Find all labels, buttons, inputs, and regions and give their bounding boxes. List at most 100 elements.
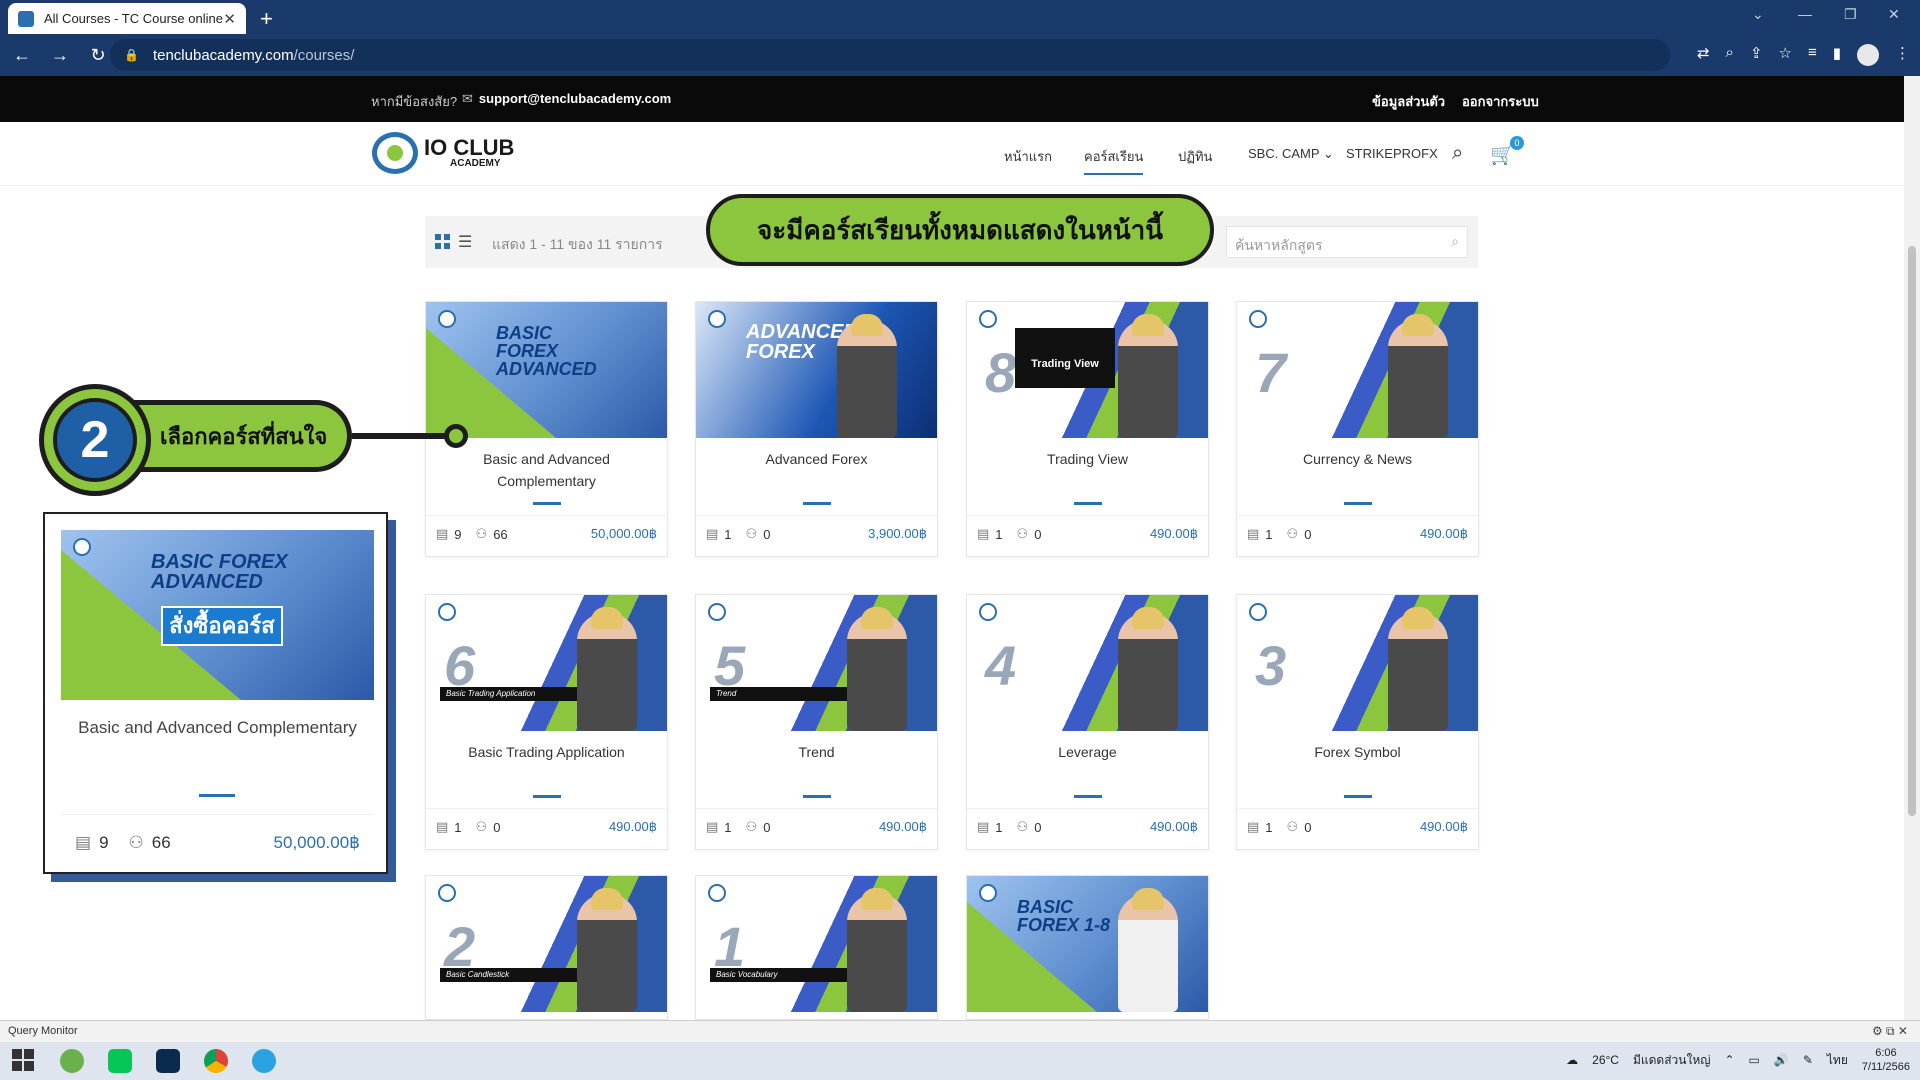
menu-icon[interactable]: ⋮ (1895, 44, 1910, 66)
scrollbar-thumb[interactable] (1908, 246, 1916, 816)
chevron-down-icon: ⌄ (1322, 146, 1334, 161)
profile-link[interactable]: ข้อมูลส่วนตัว (1372, 91, 1445, 112)
course-card[interactable]: 4 Leverage ▤ 1 ⚇ 0 490.00฿ (966, 594, 1209, 850)
nav-strikeprofx[interactable]: STRIKEPROFX (1346, 146, 1438, 161)
side-panel-icon[interactable]: ▮ (1833, 44, 1841, 66)
lesson-icon: ▤ (706, 819, 719, 834)
bookmark-star-icon[interactable]: ☆ (1779, 44, 1792, 66)
course-price: 490.00฿ (878, 819, 927, 834)
close-tab-icon[interactable]: ✕ (223, 10, 236, 28)
telegram-icon[interactable] (240, 1042, 288, 1080)
pen-icon[interactable]: ✎ (1803, 1053, 1813, 1067)
weather-text[interactable]: มีแดดส่วนใหญ่ (1633, 1051, 1711, 1070)
forward-icon[interactable]: → (44, 45, 76, 66)
students-icon: ⚇ (745, 819, 758, 834)
course-card[interactable]: BASIC FOREX 1-8 (966, 875, 1209, 1020)
course-title[interactable]: Trend (696, 731, 937, 789)
course-search-input[interactable]: ค้นหาหลักสูตร ⌕ (1226, 226, 1468, 258)
lesson-icon: ▤ (1247, 819, 1260, 834)
network-icon[interactable]: ▭ (1749, 1053, 1760, 1067)
thumb-text: Trading View (1015, 328, 1115, 388)
start-icon[interactable] (0, 1042, 48, 1080)
support-email-link[interactable]: ✉ support@tenclubacademy.com (462, 91, 671, 107)
course-card[interactable]: 8 Trading View Trading View ▤ 1 ⚇ 0 490.00฿ (966, 301, 1209, 557)
utorrent-icon[interactable] (48, 1042, 96, 1080)
course-title[interactable]: Basic and Advanced Complementary (426, 438, 667, 496)
course-title[interactable]: Trading View (967, 438, 1208, 496)
course-card[interactable]: 7 Currency & News ▤ 1 ⚇ 0 490.00฿ (1236, 301, 1479, 557)
course-card[interactable]: ADVANCED FOREX Advanced Forex ▤ 1 ⚇ 0 3,900.… (695, 301, 938, 557)
divider (199, 794, 235, 797)
reading-list-icon[interactable]: ≡ (1808, 44, 1817, 66)
site-logo[interactable]: IO CLUB ACADEMY (372, 132, 514, 174)
nav-home[interactable]: หน้าแรก (1004, 146, 1052, 167)
search-icon[interactable]: ⌕ (1451, 233, 1459, 250)
clock-time: 6:06 (1875, 1047, 1897, 1059)
lesson-count: 1 (1265, 526, 1273, 542)
tab-search-icon[interactable]: ⌄ (1752, 6, 1764, 23)
page-scrollbar[interactable] (1904, 76, 1920, 1020)
course-price: 50,000.00฿ (590, 526, 657, 541)
chrome-icon[interactable] (192, 1042, 240, 1080)
logo-main-text: IO CLUB (424, 135, 515, 160)
students-icon: ⚇ (128, 833, 144, 852)
restore-icon[interactable]: ❐ (1844, 6, 1857, 23)
thumb-strip: Trend (710, 687, 860, 701)
translate-icon[interactable]: ⇄ (1697, 44, 1710, 66)
grid-view-icon[interactable] (435, 234, 450, 249)
logo-sub-text: ACADEMY (450, 158, 501, 169)
course-title[interactable]: Advanced Forex (696, 438, 937, 496)
thumb-text: BASIC FOREX ADVANCED (496, 323, 597, 379)
tray-overflow-icon[interactable]: ⌃ (1724, 1053, 1734, 1067)
close-window-icon[interactable]: ✕ (1888, 6, 1900, 23)
cart-count-badge: 0 (1510, 136, 1524, 150)
line-icon[interactable] (96, 1042, 144, 1080)
query-monitor-controls-icon[interactable]: ⚙ ⧉ ✕ (1872, 1024, 1908, 1039)
query-monitor-label[interactable]: Query Monitor (8, 1025, 78, 1037)
student-count: 0 (1304, 819, 1312, 835)
course-card[interactable]: 1 Basic Vocabulary (695, 875, 938, 1020)
back-icon[interactable]: ← (6, 45, 38, 66)
course-title[interactable]: Currency & News (1237, 438, 1478, 496)
lesson-count: 1 (995, 526, 1003, 542)
nav-calendar[interactable]: ปฏิทิน (1178, 146, 1212, 167)
url-field[interactable]: 🔒 tenclubacademy.com/courses/ (110, 39, 1670, 71)
search-icon[interactable]: ⌕ (1452, 142, 1463, 165)
club-logo-icon (438, 310, 456, 328)
new-tab-icon[interactable]: + (260, 6, 273, 32)
language-indicator[interactable]: ไทย (1827, 1051, 1848, 1070)
photoshop-icon[interactable] (144, 1042, 192, 1080)
course-card[interactable]: 3 Forex Symbol ▤ 1 ⚇ 0 490.00฿ (1236, 594, 1479, 850)
student-count: 0 (1034, 819, 1042, 835)
step-label: เลือกคอร์สที่สนใจ (120, 400, 352, 472)
weather-icon[interactable]: ☁ (1566, 1053, 1578, 1067)
zoom-icon[interactable]: ⌕ (1726, 44, 1734, 66)
divider (802, 795, 831, 798)
profile-avatar[interactable] (1857, 44, 1879, 66)
course-card[interactable]: 6 Basic Trading Application Basic Trading… (425, 594, 668, 850)
list-view-icon[interactable]: ☰ (458, 232, 472, 252)
student-count: 66 (493, 526, 508, 542)
course-thumbnail: BASIC FOREX ADVANCED (426, 302, 667, 438)
logout-link[interactable]: ออกจากระบบ (1462, 91, 1539, 112)
tab-title: All Courses - TC Course online (44, 11, 223, 26)
share-icon[interactable]: ⇪ (1750, 44, 1763, 66)
nav-courses[interactable]: คอร์สเรียน (1084, 146, 1144, 175)
course-title[interactable]: Forex Symbol (1237, 731, 1478, 789)
minimize-icon[interactable]: — (1798, 6, 1812, 22)
course-title[interactable]: Leverage (967, 731, 1208, 789)
course-card[interactable]: 5 Trend Trend ▤ 1 ⚇ 0 490.00฿ (695, 594, 938, 850)
callout-all-courses: จะมีคอร์สเรียนทั้งหมดแสดงในหน้านี้ (706, 194, 1214, 266)
course-price: 490.00฿ (1149, 819, 1198, 834)
thumb-number: 7 (1255, 341, 1287, 404)
weather-temp[interactable]: 26°C (1592, 1053, 1619, 1067)
student-count: 0 (763, 819, 771, 835)
course-thumbnail: 1 Basic Vocabulary (696, 876, 937, 1012)
course-title[interactable]: Basic Trading Application (426, 731, 667, 789)
results-count: แสดง 1 - 11 ของ 11 รายการ (492, 236, 663, 252)
nav-sbc-camp[interactable]: SBC. CAMP ⌄ (1248, 146, 1334, 162)
volume-icon[interactable]: 🔊 (1774, 1053, 1789, 1067)
clock[interactable]: 6:06 7/11/2566 (1862, 1046, 1910, 1074)
browser-tab[interactable]: All Courses - TC Course online ✕ (8, 3, 246, 34)
course-card[interactable]: 2 Basic Candlestick (425, 875, 668, 1020)
